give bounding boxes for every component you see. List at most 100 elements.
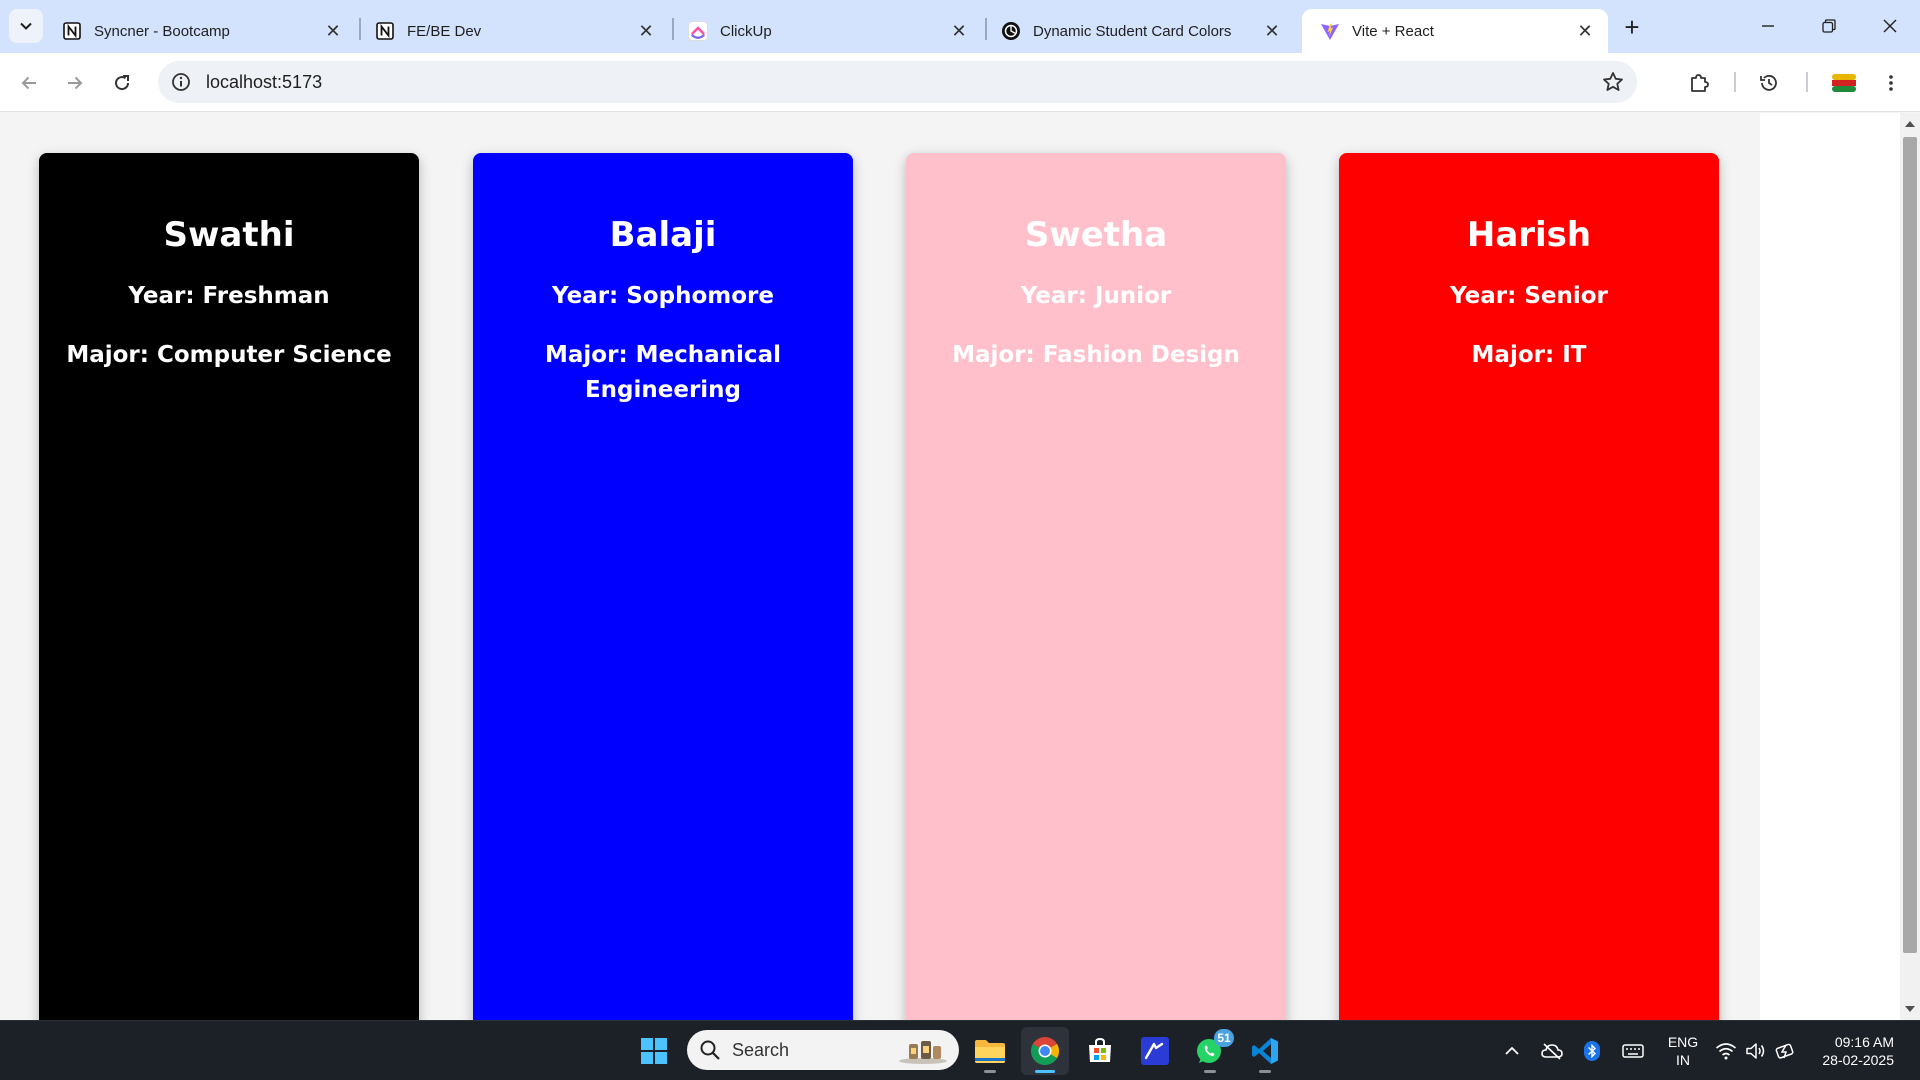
wifi-icon[interactable]: [1714, 1039, 1738, 1063]
more-vertical-icon: [1889, 75, 1893, 91]
new-tab-button[interactable]: +: [1616, 12, 1648, 42]
arrow-right-icon: [68, 76, 83, 90]
notion-icon: [375, 21, 395, 41]
tab-vite-react[interactable]: Vite + React ✕: [1302, 9, 1608, 53]
chrome-taskbar-button[interactable]: [1021, 1027, 1069, 1075]
student-card-balaji: Balaji Year: Sophomore Major: Mechanical…: [473, 153, 853, 1020]
system-clock[interactable]: 09:16 AM 28-02-2025: [1812, 1033, 1894, 1069]
pen-app-button[interactable]: [1131, 1027, 1179, 1075]
close-window-button[interactable]: [1862, 8, 1918, 44]
page-blank-area: [1760, 113, 1900, 1020]
student-year: Year: Junior: [1020, 283, 1172, 309]
page-scrollbar[interactable]: [1900, 113, 1920, 1020]
tab-title: Vite + React: [1352, 22, 1434, 40]
clock-date: 28-02-2025: [1822, 1052, 1894, 1068]
search-highlight-lanterns-icon: [899, 1041, 947, 1064]
history-button[interactable]: [1751, 65, 1787, 101]
close-tab-icon[interactable]: ✕: [948, 20, 970, 42]
tab-strip: Syncner - Bootcamp ✕ FE/BE Dev ✕ ClickUp…: [0, 0, 1920, 53]
student-major: Major: Computer Science: [66, 342, 392, 368]
student-major: Major: IT: [1471, 342, 1587, 368]
running-indicator: [1204, 1070, 1216, 1073]
url-text[interactable]: localhost:5173: [206, 72, 322, 93]
student-name: Harish: [1466, 215, 1592, 255]
running-indicator: [984, 1070, 996, 1073]
history-icon: [1760, 75, 1777, 91]
bookmark-star-icon[interactable]: [1599, 68, 1627, 96]
search-label: Search: [732, 1040, 790, 1060]
battery-charging-icon[interactable]: [1774, 1039, 1798, 1063]
running-indicator: [1259, 1070, 1271, 1073]
tab-syncner-bootcamp[interactable]: Syncner - Bootcamp ✕: [44, 9, 356, 53]
minimize-button[interactable]: [1740, 8, 1796, 44]
language-code: ENG: [1667, 1034, 1699, 1050]
scroll-down-arrow-icon[interactable]: [1905, 1006, 1915, 1012]
close-icon: [1883, 19, 1897, 33]
reload-button[interactable]: [104, 65, 140, 101]
search-icon: [700, 1040, 720, 1060]
close-tab-icon[interactable]: ✕: [1574, 20, 1596, 42]
tab-title: ClickUp: [720, 22, 772, 40]
taskbar-search-box[interactable]: Search: [687, 1030, 959, 1070]
student-major: Major: Fashion Design: [952, 342, 1240, 368]
notification-badge: 51: [1214, 1029, 1234, 1047]
restore-icon: [1822, 19, 1836, 33]
avatar-icon: [1832, 74, 1856, 92]
start-button[interactable]: [630, 1027, 678, 1075]
notion-icon: [62, 21, 82, 41]
volume-icon[interactable]: [1744, 1039, 1768, 1063]
profile-avatar[interactable]: [1826, 65, 1862, 101]
arrow-left-icon: [21, 76, 36, 90]
puzzle-icon: [1691, 74, 1709, 92]
student-major: Major: Mechanical Engineering: [545, 342, 781, 403]
keyboard-icon[interactable]: [1621, 1039, 1645, 1063]
windows-logo-icon: [641, 1038, 667, 1064]
microsoft-store-button[interactable]: [1076, 1027, 1124, 1075]
vscode-button[interactable]: [1241, 1027, 1289, 1075]
tab-clickup[interactable]: ClickUp ✕: [670, 9, 982, 53]
close-tab-icon[interactable]: ✕: [635, 20, 657, 42]
region-code: IN: [1676, 1052, 1690, 1068]
bluetooth-icon[interactable]: [1580, 1039, 1604, 1063]
clickup-icon: [688, 21, 708, 41]
chatgpt-icon: [1001, 21, 1021, 41]
vscode-icon: [1252, 1038, 1278, 1064]
student-card-swetha: Swetha Year: Junior Major: Fashion Desig…: [906, 153, 1286, 1020]
forward-button[interactable]: [57, 65, 93, 101]
reload-icon: [115, 75, 130, 91]
windows-taskbar: Search 51 ENG IN 09:16 AM 28-02-2025: [0, 1020, 1920, 1080]
student-card-swathi: Swathi Year: Freshman Major: Computer Sc…: [39, 153, 419, 1020]
pen-app-icon: [1141, 1037, 1169, 1065]
browser-menu-button[interactable]: [1873, 65, 1909, 101]
browser-toolbar: localhost:5173: [0, 53, 1920, 112]
student-name: Swetha: [1024, 215, 1168, 255]
student-card-harish: Harish Year: Senior Major: IT: [1339, 153, 1719, 1020]
language-indicator[interactable]: ENG IN: [1664, 1033, 1702, 1069]
tab-title: Syncner - Bootcamp: [94, 22, 230, 40]
tab-fe-be-dev[interactable]: FE/BE Dev ✕: [357, 9, 669, 53]
tab-title: Dynamic Student Card Colors: [1033, 22, 1232, 40]
site-info-icon[interactable]: [168, 69, 194, 95]
cloud-offline-icon[interactable]: [1540, 1039, 1564, 1063]
running-indicator: [1035, 1070, 1055, 1073]
close-tab-icon[interactable]: ✕: [322, 20, 344, 42]
toolbar-separator: [1806, 72, 1808, 92]
clock-time: 09:16 AM: [1834, 1034, 1894, 1050]
scroll-up-arrow-icon[interactable]: [1905, 121, 1915, 127]
toolbar-separator: [1734, 72, 1736, 92]
student-year: Year: Freshman: [128, 283, 330, 309]
scrollbar-thumb[interactable]: [1903, 137, 1917, 953]
extensions-button[interactable]: [1681, 65, 1717, 101]
student-year: Year: Sophomore: [552, 283, 774, 309]
close-tab-icon[interactable]: ✕: [1261, 20, 1283, 42]
restore-button[interactable]: [1801, 8, 1857, 44]
address-bar[interactable]: localhost:5173: [158, 61, 1637, 103]
file-explorer-button[interactable]: [966, 1027, 1014, 1075]
show-hidden-icons-chevron-up-icon[interactable]: [1500, 1039, 1524, 1063]
back-button[interactable]: [11, 65, 47, 101]
tab-title: FE/BE Dev: [407, 22, 482, 40]
whatsapp-button[interactable]: 51: [1186, 1027, 1234, 1075]
tab-search-button[interactable]: [9, 9, 43, 43]
tab-dynamic-student-card-colors[interactable]: Dynamic Student Card Colors ✕: [983, 9, 1295, 53]
minimize-icon: [1762, 25, 1774, 27]
